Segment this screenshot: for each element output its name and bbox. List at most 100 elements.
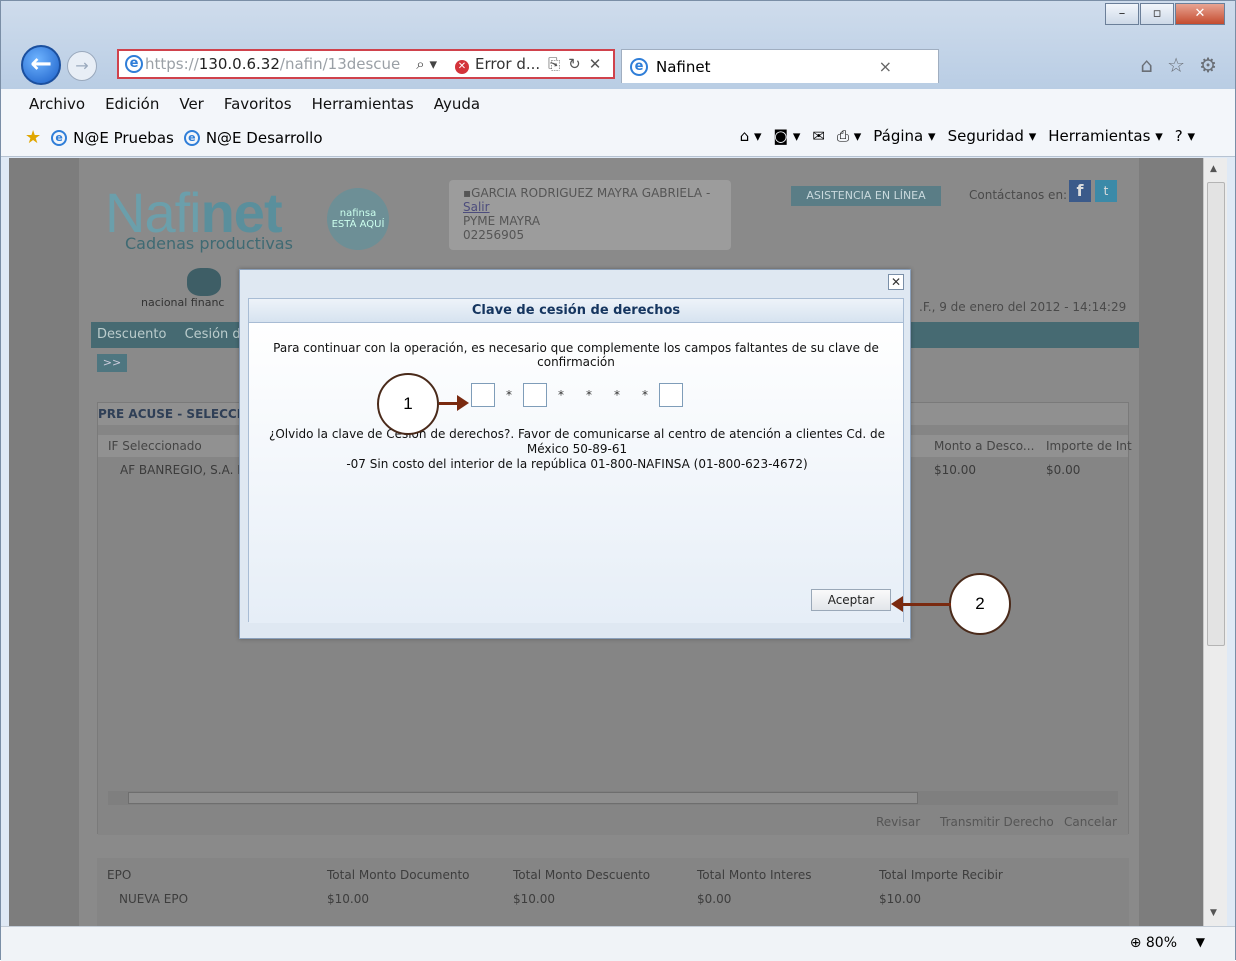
home-dropdown-icon[interactable]: ⌂ ▾ <box>740 127 762 145</box>
col-importe-interes[interactable]: Importe de Int <box>1046 439 1132 453</box>
address-bar[interactable]: e https://130.0.6.32/nafin/13descue ⌕ ▾ … <box>117 49 615 79</box>
horizontal-scrollbar[interactable] <box>108 791 1118 805</box>
security-menu[interactable]: Seguridad ▾ <box>948 127 1037 145</box>
callout-1: 1 <box>377 373 439 435</box>
logo-subtitle: Cadenas productivas <box>125 234 293 253</box>
menu-herramientas[interactable]: Herramientas <box>312 95 414 113</box>
totals-col-recibir: Total Importe Recibir <box>879 868 1003 882</box>
date-time: .F., 9 de enero del 2012 - 14:14:29 <box>919 300 1127 314</box>
address-url: https://130.0.6.32/nafin/13descue <box>145 55 401 73</box>
print-icon[interactable]: ⎙ ▾ <box>837 127 861 145</box>
callout-1-arrow <box>439 402 459 405</box>
masked-char: * <box>558 388 564 402</box>
col-if-seleccionado[interactable]: IF Seleccionado <box>108 439 202 453</box>
col-monto-descontar[interactable]: Monto a Desco... <box>934 439 1034 453</box>
menu-ver[interactable]: Ver <box>179 95 204 113</box>
password-digit-input[interactable] <box>471 383 495 407</box>
totals-table: EPO Total Monto Documento Total Monto De… <box>97 858 1129 926</box>
revisar-button[interactable]: Revisar <box>876 815 920 829</box>
help-icon[interactable]: ? ▾ <box>1175 127 1195 145</box>
nafin-text: nacional financ <box>141 296 225 309</box>
logout-link[interactable]: Salir <box>463 200 490 214</box>
callout-2-arrowhead <box>891 596 903 612</box>
compat-icon[interactable]: ⎘ <box>548 55 560 73</box>
password-digit-input[interactable] <box>659 383 683 407</box>
command-bar: ⌂ ▾ ◙ ▾ ✉ ⎙ ▾ Página ▾ Seguridad ▾ Herra… <box>740 127 1195 145</box>
password-fields: * * * * * <box>471 383 683 407</box>
home-icon[interactable]: ⌂ <box>1140 53 1153 77</box>
menu-ayuda[interactable]: Ayuda <box>434 95 480 113</box>
totals-col-epo: EPO <box>107 868 132 882</box>
user-info-box: ▪GARCIA RODRIGUEZ MAYRA GABRIELA - Salir… <box>449 180 731 250</box>
masked-char: * <box>586 388 592 402</box>
callout-1-arrowhead <box>457 395 469 411</box>
online-assistance-button[interactable]: ASISTENCIA EN LÍNEA <box>791 186 941 206</box>
ie-icon: e <box>125 55 143 73</box>
expand-button[interactable]: >> <box>97 354 127 372</box>
minimize-button[interactable]: – <box>1105 3 1139 25</box>
menu-edicion[interactable]: Edición <box>105 95 159 113</box>
favorite-link-pruebas[interactable]: e N@E Pruebas <box>51 129 174 147</box>
totals-col-documento: Total Monto Documento <box>327 868 470 882</box>
menu-favoritos[interactable]: Favoritos <box>224 95 292 113</box>
scroll-down-icon[interactable]: ▼ <box>1210 908 1217 918</box>
mail-icon[interactable]: ✉ <box>812 127 825 145</box>
dialog-close-button[interactable]: ✕ <box>888 274 904 290</box>
user-name: GARCIA RODRIGUEZ MAYRA GABRIELA <box>471 186 703 200</box>
maximize-button[interactable]: ▫ <box>1140 3 1174 25</box>
stop-icon[interactable]: ✕ <box>589 55 602 73</box>
dialog-content: Clave de cesión de derechos Para continu… <box>248 298 904 623</box>
facebook-icon[interactable]: f <box>1069 180 1091 202</box>
scroll-up-icon[interactable]: ▲ <box>1210 164 1217 174</box>
dialog-title: Clave de cesión de derechos <box>249 299 903 323</box>
totals-col-descuento: Total Monto Descuento <box>513 868 651 882</box>
transmitir-derecho-button[interactable]: Transmitir Derecho <box>940 815 1054 829</box>
forward-button[interactable]: → <box>67 51 97 81</box>
status-bar: ⊕ 80% ▼ <box>1 926 1235 961</box>
vertical-scrollbar[interactable]: ▲ ▼ <box>1203 158 1227 926</box>
dialog-message: Para continuar con la operación, es nece… <box>273 341 879 369</box>
nafin-emblem-icon <box>187 268 221 296</box>
scroll-thumb[interactable] <box>128 792 918 804</box>
tab-close-icon[interactable]: × <box>879 57 892 76</box>
menu-bar: Archivo Edición Ver Favoritos Herramient… <box>1 89 1235 119</box>
totals-cell-recibir: $10.00 <box>879 892 921 906</box>
cancelar-button[interactable]: Cancelar <box>1064 815 1117 829</box>
totals-col-interes: Total Monto Interes <box>697 868 812 882</box>
refresh-icon[interactable]: ↻ <box>568 55 581 73</box>
tools-menu[interactable]: Herramientas ▾ <box>1048 127 1163 145</box>
search-icon[interactable]: ⌕ ▾ <box>416 55 437 73</box>
zoom-level[interactable]: ⊕ 80% <box>1130 935 1177 951</box>
cesion-derechos-dialog: ✕ Clave de cesión de derechos Para conti… <box>239 269 911 639</box>
favorite-link-desarrollo[interactable]: e N@E Desarrollo <box>183 129 323 147</box>
tab-nafinet[interactable]: e Nafinet × <box>621 49 939 83</box>
ie-icon: e <box>183 129 200 146</box>
ie-icon: e <box>630 57 648 76</box>
feeds-icon[interactable]: ◙ ▾ <box>774 127 801 145</box>
favorites-star-icon[interactable]: ☆ <box>1167 53 1185 77</box>
settings-gear-icon[interactable]: ⚙ <box>1199 53 1217 77</box>
forgot-password-help: ¿Olvido la clave de Cesión de derechos?.… <box>268 427 886 471</box>
accept-button[interactable]: Aceptar <box>811 589 891 611</box>
totals-cell-documento: $10.00 <box>327 892 369 906</box>
certificate-error[interactable]: ✕ Error d... <box>455 55 540 74</box>
twitter-icon[interactable]: t <box>1095 180 1117 202</box>
masked-char: * <box>642 388 648 402</box>
scroll-thumb[interactable] <box>1207 182 1225 646</box>
masked-char: * <box>614 388 620 402</box>
favorites-add-icon[interactable]: ★ <box>25 127 41 148</box>
zoom-dropdown-icon[interactable]: ▼ <box>1196 935 1205 949</box>
company-name: PYME MAYRA <box>463 214 541 228</box>
callout-2: 2 <box>949 573 1011 635</box>
user-id: 02256905 <box>463 228 525 242</box>
totals-cell-descuento: $10.00 <box>513 892 555 906</box>
cell-importe: $0.00 <box>1046 463 1081 477</box>
menu-archivo[interactable]: Archivo <box>29 95 85 113</box>
password-digit-input[interactable] <box>523 383 547 407</box>
back-button[interactable]: ← <box>21 45 61 85</box>
page-menu[interactable]: Página ▾ <box>873 127 935 145</box>
nav-descuento[interactable]: Descuento <box>97 327 166 342</box>
close-window-button[interactable]: ✕ <box>1175 3 1225 25</box>
callout-2-arrow <box>901 603 951 606</box>
dialog-body: Para continuar con la operación, es nece… <box>249 323 903 623</box>
